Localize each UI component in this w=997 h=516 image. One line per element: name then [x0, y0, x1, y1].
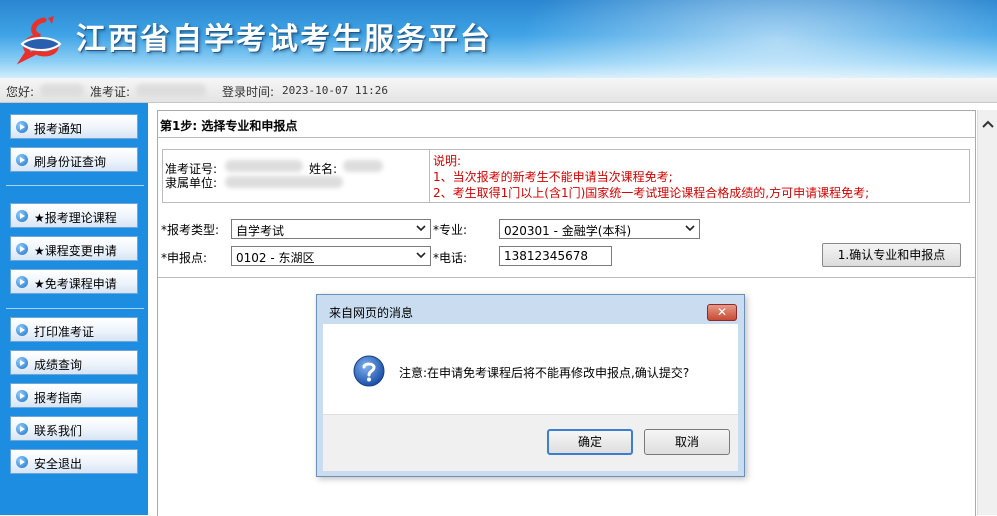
confirm-dialog: 来自网页的消息 ✕ 注意:在申请免考课程后将不能再修改申报点,确认提交? 确定 …	[316, 294, 745, 477]
sidebar-item-label: ★课程变更申请	[34, 244, 117, 258]
dialog-close-button[interactable]: ✕	[707, 304, 737, 321]
redacted-name	[343, 160, 383, 172]
site-value: 0102 - 东湖区	[236, 251, 315, 265]
student-info-box: 准考证号: 姓名: 隶属单位: 说明: 1、当次报考的新考生不能申请当次课程免考…	[162, 149, 970, 203]
major-label: *专业:	[433, 223, 468, 237]
chevron-down-icon	[416, 252, 426, 259]
arrow-bullet-icon	[16, 121, 28, 133]
sidebar-item-label: ★报考理论课程	[34, 211, 117, 225]
arrow-bullet-icon	[16, 243, 28, 255]
exam-type-select[interactable]: 自学考试	[231, 219, 431, 239]
arrow-bullet-icon	[16, 357, 28, 369]
greeting-label: 您好:	[6, 85, 35, 99]
sidebar-item-label: 联系我们	[34, 424, 83, 438]
user-info-bar: 您好: 准考证: 登录时间: 2023-10-07 11:26	[0, 78, 997, 103]
sidebar-divider	[6, 185, 144, 186]
sidebar-item-label: 打印准考证	[34, 325, 95, 339]
divider	[158, 137, 975, 138]
sidebar-item-label: 报考指南	[34, 391, 83, 405]
dialog-message: 注意:在申请免考课程后将不能再修改申报点,确认提交?	[399, 366, 690, 380]
notes-heading: 说明:	[433, 154, 462, 168]
arrow-bullet-icon	[16, 276, 28, 288]
arrow-bullet-icon	[16, 154, 28, 166]
dialog-title: 来自网页的消息	[329, 306, 414, 320]
arrow-bullet-icon	[16, 423, 28, 435]
arrow-bullet-icon	[16, 324, 28, 336]
question-icon	[353, 355, 385, 387]
sidebar-item-logout[interactable]: 安全退出	[10, 449, 138, 474]
exam-type-label: *报考类型:	[161, 223, 220, 237]
redacted-username	[40, 84, 84, 97]
scroll-up-icon[interactable]	[980, 116, 996, 132]
site-label: *申报点:	[161, 251, 208, 265]
sidebar-item-label: 成绩查询	[34, 358, 83, 372]
exam-type-value: 自学考试	[236, 224, 285, 238]
arrow-bullet-icon	[16, 390, 28, 402]
note-line: 2、考生取得1门以上(含1门)国家统一考试理论课程合格成绩的,方可申请课程免考;	[433, 186, 870, 200]
sidebar-item-id-card-query[interactable]: 刷身份证查询	[10, 147, 138, 172]
sidebar-item-score-query[interactable]: 成绩查询	[10, 350, 138, 375]
sidebar-item-print-ticket[interactable]: 打印准考证	[10, 317, 138, 342]
sidebar-item-label: 安全退出	[34, 457, 83, 471]
dialog-footer: 确定 取消	[323, 414, 738, 471]
unit-label: 隶属单位:	[165, 176, 218, 190]
confirm-major-site-button[interactable]: 1.确认专业和申报点	[822, 243, 961, 267]
site-select[interactable]: 0102 - 东湖区	[231, 246, 431, 266]
close-icon: ✕	[716, 305, 728, 319]
header-banner: 江西省自学考试考生服务平台	[0, 0, 997, 78]
sidebar-item-course-change[interactable]: ★课程变更申请	[10, 236, 138, 261]
sidebar-item-label: 刷身份证查询	[34, 155, 107, 169]
redacted-ticket-number	[225, 160, 303, 172]
sidebar-divider	[6, 308, 144, 309]
chevron-down-icon	[685, 225, 695, 232]
chevron-down-icon	[416, 225, 426, 232]
sidebar-item-exam-notice[interactable]: 报考通知	[10, 114, 138, 139]
sidebar-item-label: ★免考课程申请	[34, 277, 117, 291]
major-value: 020301 - 金融学(本科)	[504, 224, 632, 238]
step-title: 第1步: 选择专业和申报点	[160, 119, 298, 133]
divider	[158, 277, 975, 278]
arrow-bullet-icon	[16, 456, 28, 468]
vertical-scrollbar[interactable]	[977, 110, 997, 515]
arrow-bullet-icon	[16, 210, 28, 222]
dialog-body: 注意:在申请免考课程后将不能再修改申报点,确认提交?	[323, 324, 738, 414]
sidebar-item-course-exemption[interactable]: ★免考课程申请	[10, 269, 138, 294]
banner-glow	[517, 0, 997, 78]
student-info: 准考证号: 姓名: 隶属单位:	[163, 150, 430, 202]
login-time-value: 2023-10-07 11:26	[282, 84, 388, 97]
ticket-label: 准考证:	[90, 85, 131, 99]
phone-label: *电话:	[433, 251, 468, 265]
login-time-label: 登录时间:	[222, 85, 275, 99]
major-select[interactable]: 020301 - 金融学(本科)	[499, 219, 700, 239]
cancel-button[interactable]: 取消	[644, 429, 730, 455]
sidebar-item-contact-us[interactable]: 联系我们	[10, 416, 138, 441]
name-label: 姓名:	[309, 162, 338, 176]
note-line: 1、当次报考的新考生不能申请当次课程免考;	[433, 170, 673, 184]
redacted-ticket-number	[136, 84, 206, 97]
sidebar-item-exam-guide[interactable]: 报考指南	[10, 383, 138, 408]
ok-button[interactable]: 确定	[547, 429, 633, 455]
phone-input[interactable]: 13812345678	[499, 246, 612, 266]
sidebar-item-theory-course[interactable]: ★报考理论课程	[10, 203, 138, 228]
sidebar: 报考通知 刷身份证查询 ★报考理论课程 ★课程变更申请 ★免考课程申请 打印准考…	[0, 103, 148, 515]
phone-value: 13812345678	[504, 249, 588, 263]
site-title: 江西省自学考试考生服务平台	[76, 22, 492, 57]
sidebar-item-label: 报考通知	[34, 122, 83, 136]
redacted-unit	[225, 176, 343, 188]
exam-logo-icon	[16, 16, 62, 65]
